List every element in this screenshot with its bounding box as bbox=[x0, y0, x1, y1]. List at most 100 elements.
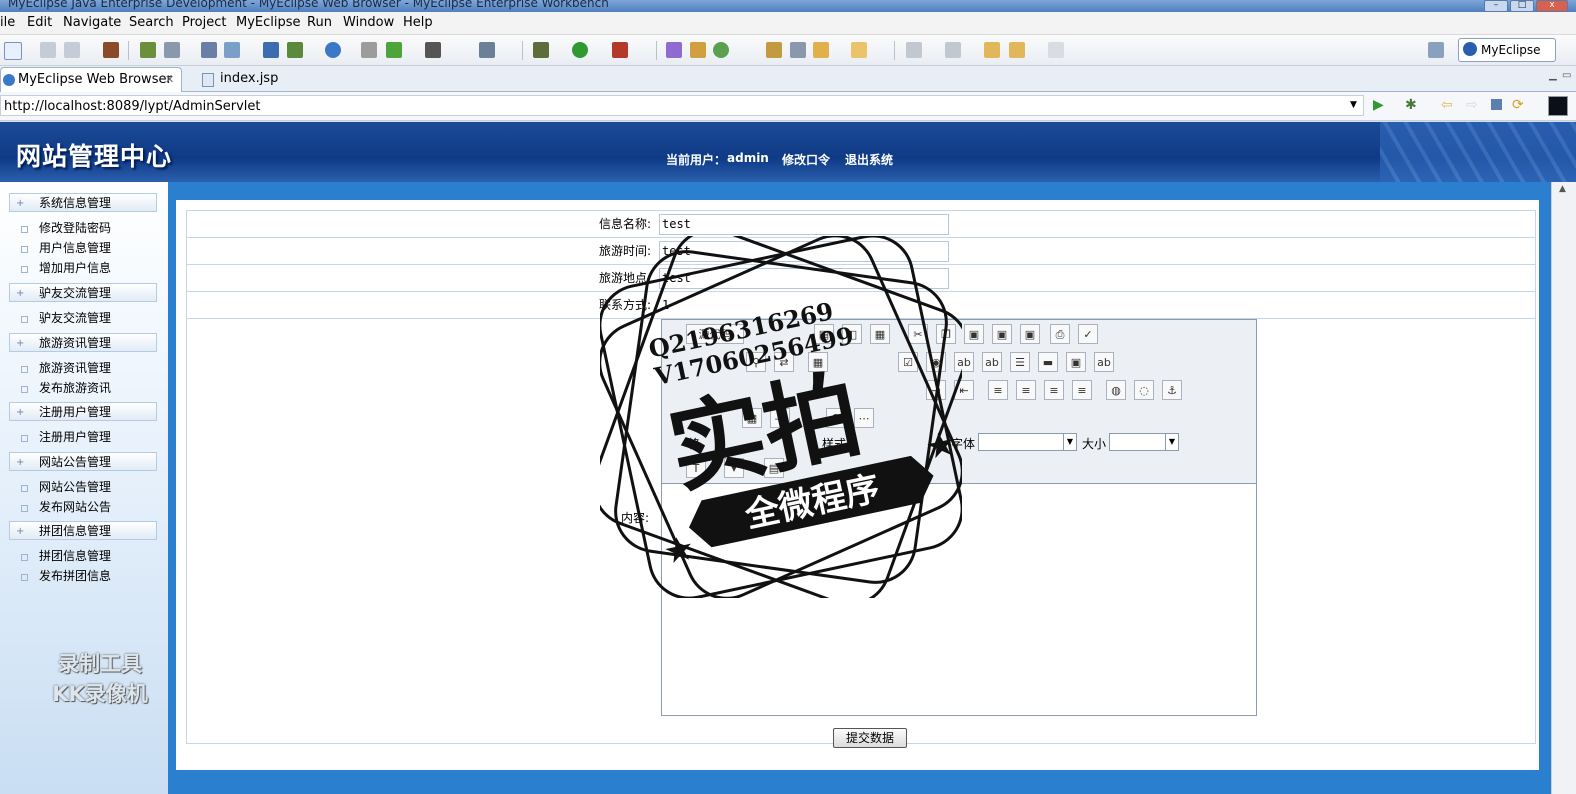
source-button[interactable]: 源代码 bbox=[686, 324, 744, 344]
pin-icon[interactable] bbox=[790, 42, 806, 58]
change-password-link[interactable]: 修改口令 bbox=[782, 151, 830, 168]
run-icon[interactable] bbox=[572, 42, 588, 58]
last-edit-icon[interactable] bbox=[984, 42, 1000, 58]
spellcheck-icon[interactable]: ✓ bbox=[1078, 324, 1098, 344]
new-page-icon[interactable]: ▤ bbox=[814, 324, 834, 344]
url-dropdown-icon[interactable]: ▼ bbox=[1350, 100, 1357, 110]
cut-icon[interactable]: ✂ bbox=[908, 324, 928, 344]
select-all-icon[interactable]: ▦ bbox=[808, 352, 828, 372]
menu-search[interactable]: Search bbox=[129, 15, 174, 30]
align-center-icon[interactable]: ≡ bbox=[1016, 380, 1036, 400]
table-icon[interactable]: ▦ bbox=[742, 408, 762, 428]
refresh-icon[interactable]: ⟳ bbox=[1512, 97, 1524, 113]
menu-project[interactable]: Project bbox=[182, 15, 226, 30]
menu-navigate[interactable]: Navigate bbox=[63, 15, 121, 30]
sidebar-link-notice[interactable]: 网站公告管理 bbox=[21, 479, 111, 495]
close-tab-icon[interactable]: ✕ bbox=[165, 68, 174, 92]
hammer-icon[interactable] bbox=[201, 42, 217, 58]
textfield-icon[interactable]: ab bbox=[954, 352, 974, 372]
sidebar-link-travel-news[interactable]: 旅游资讯管理 bbox=[21, 360, 111, 376]
go-icon[interactable]: ▶ bbox=[1373, 97, 1384, 113]
sidebar-link-publish-group[interactable]: 发布拼团信息 bbox=[21, 568, 111, 584]
image-button-icon[interactable]: ▣ bbox=[1066, 352, 1086, 372]
open-folder-icon[interactable] bbox=[813, 42, 829, 58]
menu-file[interactable]: ile bbox=[0, 15, 15, 30]
external-tools-icon[interactable] bbox=[612, 42, 628, 58]
sidebar-link-add-user[interactable]: 增加用户信息 bbox=[21, 260, 111, 276]
sidebar-group-group-buy[interactable]: + 拼团信息管理 bbox=[9, 521, 157, 540]
build-icon[interactable] bbox=[140, 42, 156, 58]
template-icon[interactable]: ▦ bbox=[870, 324, 890, 344]
add-db-icon[interactable] bbox=[386, 42, 402, 58]
back-nav-icon[interactable]: ⇦ bbox=[1441, 97, 1453, 113]
menu-myeclipse[interactable]: MyEclipse bbox=[236, 15, 301, 30]
hidden-field-icon[interactable]: ab bbox=[1094, 352, 1114, 372]
menu-run[interactable]: Run bbox=[307, 15, 332, 30]
logout-link[interactable]: 退出系统 bbox=[845, 151, 893, 168]
new-java-icon[interactable] bbox=[713, 42, 729, 58]
maximize-icon[interactable]: □ bbox=[1510, 0, 1534, 12]
sidebar-group-registered[interactable]: + 注册用户管理 bbox=[9, 402, 157, 421]
select-icon[interactable]: ☰ bbox=[1010, 352, 1030, 372]
menu-window[interactable]: Window bbox=[343, 15, 394, 30]
sidebar-link-traveler[interactable]: 驴友交流管理 bbox=[21, 310, 111, 326]
sidebar-link-publish-travel[interactable]: 发布旅游资讯 bbox=[21, 380, 111, 396]
paste-icon[interactable]: ▣ bbox=[964, 324, 984, 344]
tab-index-jsp[interactable]: index.jsp bbox=[196, 67, 296, 91]
menu-help[interactable]: Help bbox=[403, 15, 433, 30]
sidebar-link-change-password[interactable]: 修改登陆密码 bbox=[21, 220, 111, 236]
new-package-icon[interactable] bbox=[690, 42, 706, 58]
camera-icon[interactable] bbox=[425, 42, 441, 58]
save-icon[interactable] bbox=[40, 42, 56, 58]
close-icon[interactable]: x bbox=[1536, 0, 1568, 12]
travel-time-input[interactable]: test bbox=[659, 241, 949, 262]
unlink-icon[interactable]: ◌ bbox=[1134, 380, 1154, 400]
find-icon[interactable]: ⚲ bbox=[746, 352, 766, 372]
bg-color-icon[interactable]: ▾ bbox=[724, 458, 744, 478]
minimize-icon[interactable]: – bbox=[1484, 0, 1508, 12]
special-char-icon[interactable]: Ω bbox=[826, 408, 846, 428]
button-icon[interactable]: ▬ bbox=[1038, 352, 1058, 372]
maximize-view-icon[interactable]: ▭ bbox=[1562, 70, 1571, 81]
back-icon[interactable] bbox=[1009, 42, 1025, 58]
sidebar-group-travel-news[interactable]: + 旅游资讯管理 bbox=[9, 333, 157, 352]
url-field[interactable]: http://localhost:8089/lypt/AdminServlet bbox=[0, 95, 1364, 116]
justify-icon[interactable]: ≡ bbox=[1072, 380, 1092, 400]
browser-screen-icon[interactable] bbox=[1548, 96, 1568, 116]
globe-icon[interactable] bbox=[325, 42, 341, 58]
open-perspective-icon[interactable] bbox=[1428, 42, 1444, 58]
text-color-icon[interactable]: T bbox=[686, 458, 706, 478]
debug-icon[interactable] bbox=[533, 42, 549, 58]
next-annotation-icon[interactable] bbox=[906, 42, 922, 58]
sidebar-link-user-manage[interactable]: 用户信息管理 bbox=[21, 240, 111, 256]
rule-icon[interactable]: — bbox=[770, 408, 790, 428]
perspective-button[interactable]: MyEclipse J... bbox=[1458, 38, 1556, 79]
print-icon[interactable]: ⎙ bbox=[1050, 324, 1070, 344]
save-all-icon[interactable] bbox=[64, 42, 80, 58]
link-icon[interactable]: ◍ bbox=[1106, 380, 1126, 400]
replace-icon[interactable]: ⇄ bbox=[774, 352, 794, 372]
server-run-icon[interactable] bbox=[287, 42, 303, 58]
align-left-icon[interactable]: ≡ bbox=[988, 380, 1008, 400]
preview-icon[interactable]: ◧ bbox=[842, 324, 862, 344]
open-type-icon[interactable] bbox=[766, 42, 782, 58]
paste-text-icon[interactable]: ▣ bbox=[992, 324, 1012, 344]
contact-input[interactable]: 1 bbox=[659, 295, 949, 316]
scroll-up-icon[interactable]: ▲ bbox=[1559, 184, 1566, 194]
wand-icon[interactable] bbox=[224, 42, 240, 58]
font-select[interactable]: ▼ bbox=[978, 433, 1077, 451]
indent-icon[interactable]: ⇥ bbox=[926, 380, 946, 400]
travel-place-input[interactable]: test bbox=[659, 268, 949, 289]
checkbox-icon[interactable]: ☑ bbox=[898, 352, 918, 372]
sidebar-group-traveler[interactable]: + 驴友交流管理 bbox=[9, 283, 157, 302]
sidebar-link-registered[interactable]: 注册用户管理 bbox=[21, 429, 111, 445]
editor-body[interactable] bbox=[662, 484, 1256, 715]
outdent-icon[interactable]: ⇤ bbox=[954, 380, 974, 400]
new-file-icon[interactable] bbox=[4, 42, 22, 60]
forward-icon[interactable] bbox=[1048, 42, 1064, 58]
align-right-icon[interactable]: ≡ bbox=[1044, 380, 1064, 400]
menu-edit[interactable]: Edit bbox=[27, 15, 52, 30]
new-class-icon[interactable] bbox=[666, 42, 682, 58]
info-name-input[interactable]: test bbox=[659, 214, 949, 235]
new-project-icon[interactable] bbox=[479, 42, 495, 58]
